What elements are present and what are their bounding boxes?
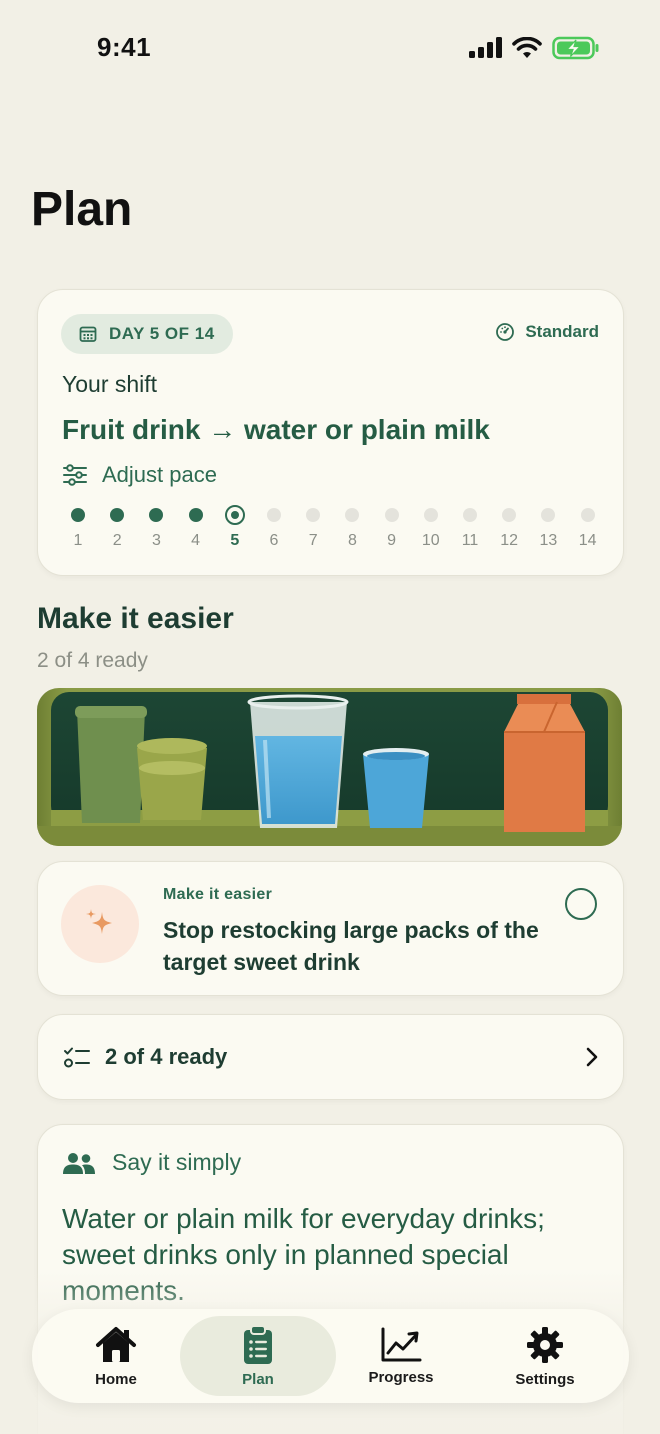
day-step: 11 (450, 504, 490, 550)
tab-progress[interactable]: Progress (354, 1309, 448, 1403)
sparkles-icon (86, 909, 112, 934)
calendar-icon (79, 326, 97, 342)
clipboard-icon (244, 1324, 272, 1364)
tab-settings[interactable]: Settings (498, 1309, 592, 1403)
tip-card: Make it easier Stop restocking large pac… (37, 861, 624, 996)
day-step: 9 (372, 504, 412, 550)
day-step: 8 (332, 504, 372, 550)
section-title: Make it easier (37, 602, 234, 635)
day-number: 5 (230, 532, 240, 549)
checklist-icon (64, 1047, 90, 1068)
day-dot (502, 508, 517, 522)
tip-checkbox[interactable] (565, 888, 597, 920)
day-progress-label: DAY 5 OF 14 (109, 324, 215, 343)
status-bar: 9:41 (0, 0, 660, 96)
page-title: Plan (31, 183, 133, 236)
day-number: 1 (73, 532, 83, 549)
day-number: 9 (387, 532, 397, 549)
day-dot (423, 508, 438, 522)
status-icons (468, 36, 600, 60)
day-step: 2 (97, 504, 137, 550)
tip-text: Stop restocking large packs of the targe… (163, 917, 539, 975)
day-step: 6 (254, 504, 294, 550)
house-icon (96, 1326, 136, 1362)
adjust-pace-label: Adjust pace (102, 462, 217, 487)
day-number: 11 (461, 532, 479, 549)
day-dot (580, 508, 595, 522)
tab-plan[interactable]: Plan (214, 1309, 302, 1403)
wifi-icon (512, 37, 542, 58)
day-number: 14 (578, 532, 597, 549)
ready-checklist-label: 2 of 4 ready (105, 1044, 228, 1069)
drinks-shelf-illustration (37, 688, 622, 846)
tab-plan-label: Plan (242, 1370, 274, 1388)
chevron-right-icon (586, 1047, 598, 1067)
day-number: 8 (347, 532, 357, 549)
day-progress-badge: DAY 5 OF 14 (61, 314, 233, 354)
day-step: 14 (568, 504, 608, 550)
pace-indicator: Standard (495, 322, 599, 342)
status-time: 9:41 (97, 32, 152, 62)
day-dot (71, 508, 85, 522)
battery-charging-icon (552, 36, 599, 60)
adjust-pace-button[interactable]: Adjust pace (62, 462, 217, 488)
tab-bar: Home Plan Progress Settings (32, 1309, 629, 1403)
day-step: 1 (58, 504, 98, 550)
people-icon (63, 1152, 95, 1174)
day-dot (188, 508, 203, 522)
cellular-signal-icon (469, 37, 502, 58)
day-step: 10 (411, 504, 451, 550)
day-step: 4 (176, 504, 216, 550)
day-dot (384, 508, 399, 522)
day-number: 6 (269, 532, 279, 549)
day-step: 5 (215, 504, 255, 550)
speedometer-icon (496, 323, 515, 341)
tab-home[interactable]: Home (72, 1309, 160, 1403)
day-dot (110, 508, 125, 522)
current-day-dot (224, 505, 245, 525)
day-number: 7 (308, 532, 318, 549)
say-it-simply-heading: Say it simply (112, 1149, 242, 1175)
pace-label: Standard (525, 322, 599, 341)
day-step: 7 (293, 504, 333, 550)
day-dot (149, 508, 164, 522)
day-number: 4 (191, 532, 201, 549)
ready-checklist-row[interactable]: 2 of 4 ready (37, 1014, 624, 1100)
day-dot (306, 508, 321, 522)
day-number: 10 (421, 532, 440, 549)
day-step: 13 (528, 504, 568, 550)
day-number: 3 (151, 532, 161, 549)
day-step: 3 (136, 504, 176, 550)
shift-label: Your shift (62, 371, 158, 397)
day-step: 12 (489, 504, 529, 550)
day-number: 13 (539, 532, 558, 549)
gear-icon (527, 1326, 563, 1363)
tip-eyebrow: Make it easier (163, 886, 273, 903)
shift-headline: Fruit drink → water or plain milk (62, 414, 490, 445)
say-it-simply-header: Say it simply (62, 1149, 241, 1176)
day-number: 2 (112, 532, 122, 549)
day-progress-track: 1 2 3 4 5 6 7 8 9 10 11 12 13 14 (58, 504, 613, 554)
sliders-icon (63, 464, 87, 486)
tab-home-label: Home (95, 1370, 137, 1388)
section-subtitle: 2 of 4 ready (37, 649, 148, 672)
day-dot (345, 508, 360, 522)
tab-progress-label: Progress (368, 1368, 434, 1386)
tab-settings-label: Settings (515, 1370, 575, 1388)
chart-line-icon (381, 1327, 422, 1361)
day-dot (463, 508, 477, 522)
day-dot (267, 508, 281, 522)
day-number: 12 (500, 532, 519, 549)
shift-card: DAY 5 OF 14 Standard Your shift Fruit dr… (37, 289, 624, 576)
tip-icon-badge (61, 885, 139, 963)
day-dot (541, 508, 556, 522)
